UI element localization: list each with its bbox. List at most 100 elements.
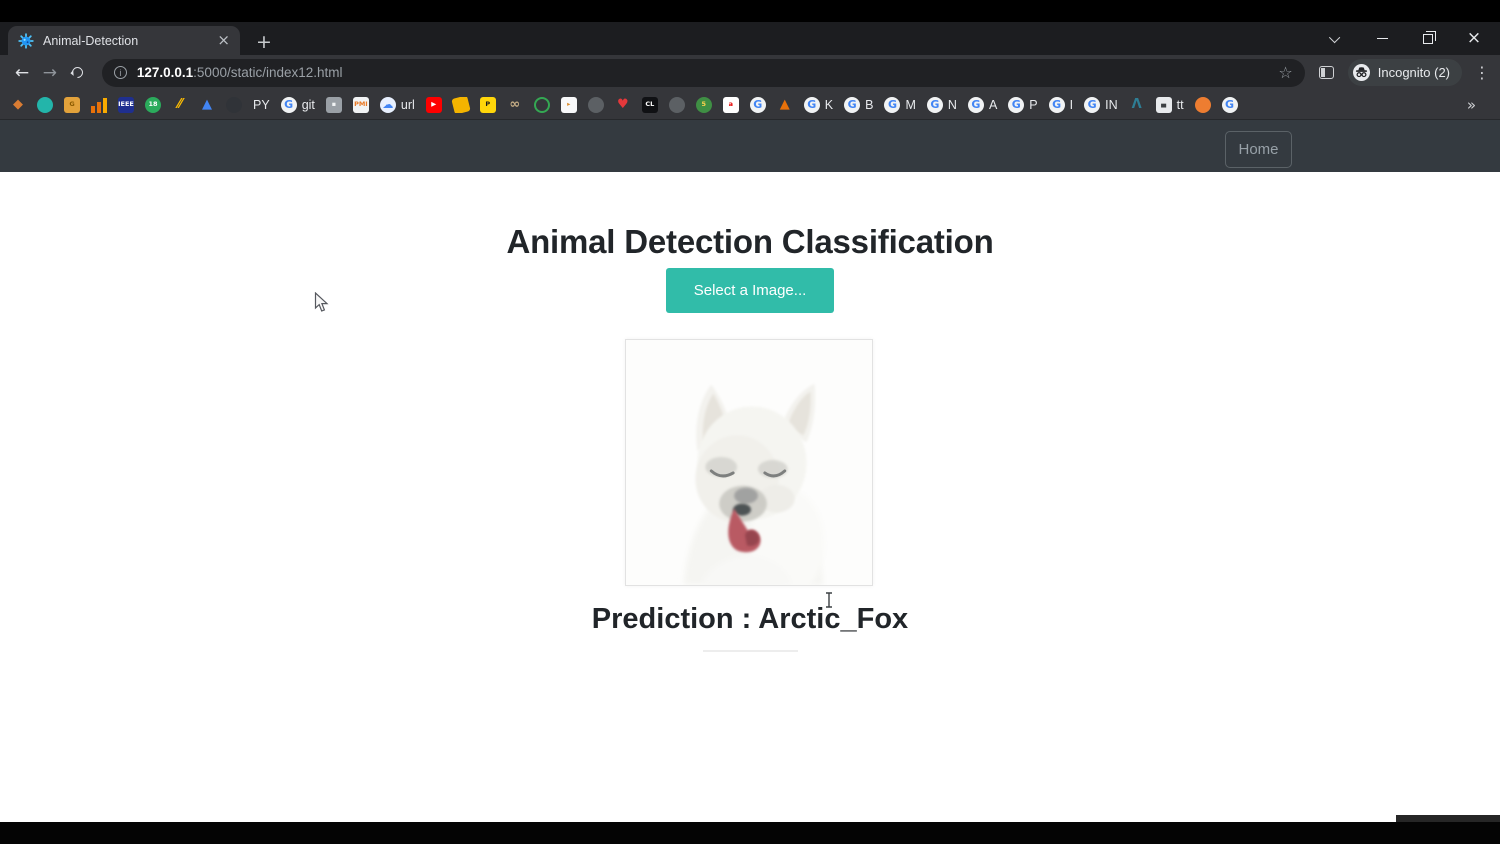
google-k-bookmark-glyph: G bbox=[804, 97, 820, 113]
browser-tab-animal-detection[interactable]: Animal-Detection × bbox=[8, 26, 240, 55]
mountain-icon-glyph: Λ bbox=[1129, 97, 1145, 113]
google-git-bookmark[interactable]: Ggit bbox=[281, 97, 315, 113]
eagle-page-icon-glyph: ▸ bbox=[561, 97, 577, 113]
tab-close-icon[interactable]: × bbox=[217, 33, 230, 48]
google-n-bookmark[interactable]: GN bbox=[927, 97, 957, 113]
home-button[interactable]: Home bbox=[1225, 131, 1292, 168]
google-a-bookmark[interactable]: GA bbox=[968, 97, 997, 113]
ieee-icon-glyph: IEEE bbox=[118, 97, 134, 113]
badge-18-icon[interactable]: 18 bbox=[145, 97, 161, 113]
text-cursor bbox=[824, 592, 834, 608]
url-path: :5000/static/index12.html bbox=[193, 65, 342, 80]
browser-tab-strip: Animal-Detection × + × bbox=[0, 22, 1500, 55]
cube-icon-glyph: G bbox=[64, 97, 80, 113]
google-b-bookmark[interactable]: GB bbox=[844, 97, 873, 113]
green-ring-icon[interactable] bbox=[534, 97, 550, 113]
window-close-button[interactable]: × bbox=[1466, 31, 1482, 47]
sticker-icon[interactable] bbox=[453, 97, 469, 113]
google-i-bookmark[interactable]: GI bbox=[1049, 97, 1073, 113]
glasses-icon[interactable]: ∞ bbox=[507, 97, 523, 113]
side-panel-icon[interactable] bbox=[1319, 66, 1334, 79]
github-icon[interactable] bbox=[226, 97, 242, 113]
youtube-icon[interactable]: ▶ bbox=[426, 97, 442, 113]
py-bookmark[interactable]: PY bbox=[253, 98, 270, 112]
google-n-bookmark-label: N bbox=[948, 98, 957, 112]
tab-search-chevron-icon[interactable] bbox=[1328, 31, 1344, 47]
sun-icon[interactable] bbox=[1195, 97, 1211, 113]
select-image-button[interactable]: Select a Image... bbox=[666, 268, 834, 313]
monitor-tt-bookmark[interactable]: ▄tt bbox=[1156, 97, 1184, 113]
google-m-bookmark-glyph: G bbox=[884, 97, 900, 113]
page-title: Animal Detection Classification bbox=[0, 223, 1500, 261]
matlab-icon-glyph: ▲ bbox=[777, 97, 793, 113]
badge-18-icon-glyph: 18 bbox=[145, 97, 161, 113]
google-in-bookmark-glyph: G bbox=[1084, 97, 1100, 113]
page-navbar: Home bbox=[0, 120, 1500, 172]
glasses-icon-glyph: ∞ bbox=[507, 97, 523, 113]
window-minimize-button[interactable] bbox=[1374, 31, 1390, 47]
airtel-icon-glyph: a bbox=[723, 97, 739, 113]
address-bar[interactable]: 127.0.0.1:5000/static/index12.html ☆ bbox=[102, 59, 1305, 87]
google-ads-icon-glyph: ▲ bbox=[199, 97, 215, 113]
pmi-icon[interactable]: PMI bbox=[353, 97, 369, 113]
prediction-divider bbox=[703, 650, 798, 652]
screen-bottom-strip bbox=[0, 822, 1500, 844]
reload-button[interactable] bbox=[64, 67, 92, 78]
orange-arrow-icon[interactable]: ◆ bbox=[10, 97, 26, 113]
google-bookmark-1[interactable]: G bbox=[750, 97, 766, 113]
cube-icon[interactable]: G bbox=[64, 97, 80, 113]
url-cloud-bookmark-label: url bbox=[401, 98, 415, 112]
airtel-icon[interactable]: a bbox=[723, 97, 739, 113]
google-i-bookmark-glyph: G bbox=[1049, 97, 1065, 113]
green-ring-icon-glyph bbox=[534, 97, 550, 113]
google-n-bookmark-glyph: G bbox=[927, 97, 943, 113]
globe-icon[interactable] bbox=[588, 97, 604, 113]
godaddy-icon[interactable] bbox=[37, 97, 53, 113]
google-b-bookmark-label: B bbox=[865, 98, 873, 112]
matlab-icon[interactable]: ▲ bbox=[777, 97, 793, 113]
prediction-text: Prediction : Arctic_Fox bbox=[0, 603, 1500, 636]
incognito-badge[interactable]: Incognito (2) bbox=[1348, 59, 1462, 86]
site-info-icon[interactable] bbox=[114, 66, 127, 79]
ads-slashes-icon[interactable]: ⁄⁄ bbox=[172, 97, 188, 113]
new-tab-button[interactable]: + bbox=[252, 30, 276, 54]
py-bookmark-label: PY bbox=[253, 98, 270, 112]
incognito-label: Incognito (2) bbox=[1378, 65, 1450, 80]
url-cloud-bookmark[interactable]: ☁url bbox=[380, 97, 415, 113]
bookmarks-overflow-button[interactable]: » bbox=[1459, 96, 1490, 114]
back-button[interactable]: ← bbox=[8, 63, 36, 83]
cl-badge-icon[interactable]: CL bbox=[642, 97, 658, 113]
p-badge-icon-glyph: P bbox=[480, 97, 496, 113]
godaddy-icon-glyph bbox=[37, 97, 53, 113]
google-m-bookmark-label: M bbox=[905, 98, 915, 112]
p-badge-icon[interactable]: P bbox=[480, 97, 496, 113]
google-b-bookmark-glyph: G bbox=[844, 97, 860, 113]
screen-top-strip bbox=[0, 0, 1500, 22]
google-bookmark-2[interactable]: G bbox=[1222, 97, 1238, 113]
github-icon-glyph bbox=[226, 97, 242, 113]
eagle-page-icon[interactable]: ▸ bbox=[561, 97, 577, 113]
forward-button[interactable]: → bbox=[36, 63, 64, 83]
google-a-bookmark-glyph: G bbox=[968, 97, 984, 113]
heart-icon[interactable]: ♥ bbox=[615, 97, 631, 113]
google-in-bookmark[interactable]: GIN bbox=[1084, 97, 1118, 113]
mountain-icon[interactable]: Λ bbox=[1129, 97, 1145, 113]
google-i-bookmark-label: I bbox=[1070, 98, 1073, 112]
browser-menu-icon[interactable]: ⋮ bbox=[1474, 63, 1490, 82]
google-m-bookmark[interactable]: GM bbox=[884, 97, 915, 113]
google-k-bookmark[interactable]: GK bbox=[804, 97, 833, 113]
tab-title: Animal-Detection bbox=[43, 34, 208, 48]
page-content: Animal Detection Classification Select a… bbox=[0, 172, 1500, 822]
mouse-cursor bbox=[314, 292, 329, 313]
bookmark-star-icon[interactable]: ☆ bbox=[1278, 63, 1292, 82]
window-restore-button[interactable] bbox=[1420, 31, 1436, 47]
camera-icon[interactable]: ▪ bbox=[326, 97, 342, 113]
google-p-bookmark[interactable]: GP bbox=[1008, 97, 1037, 113]
incognito-icon bbox=[1353, 64, 1370, 81]
cl-badge-icon-glyph: CL bbox=[642, 97, 658, 113]
google-ads-icon[interactable]: ▲ bbox=[199, 97, 215, 113]
ieee-icon[interactable]: IEEE bbox=[118, 97, 134, 113]
coin-icon[interactable]: 5 bbox=[696, 97, 712, 113]
globe-icon-2[interactable] bbox=[669, 97, 685, 113]
analytics-bars-icon[interactable] bbox=[91, 97, 107, 113]
